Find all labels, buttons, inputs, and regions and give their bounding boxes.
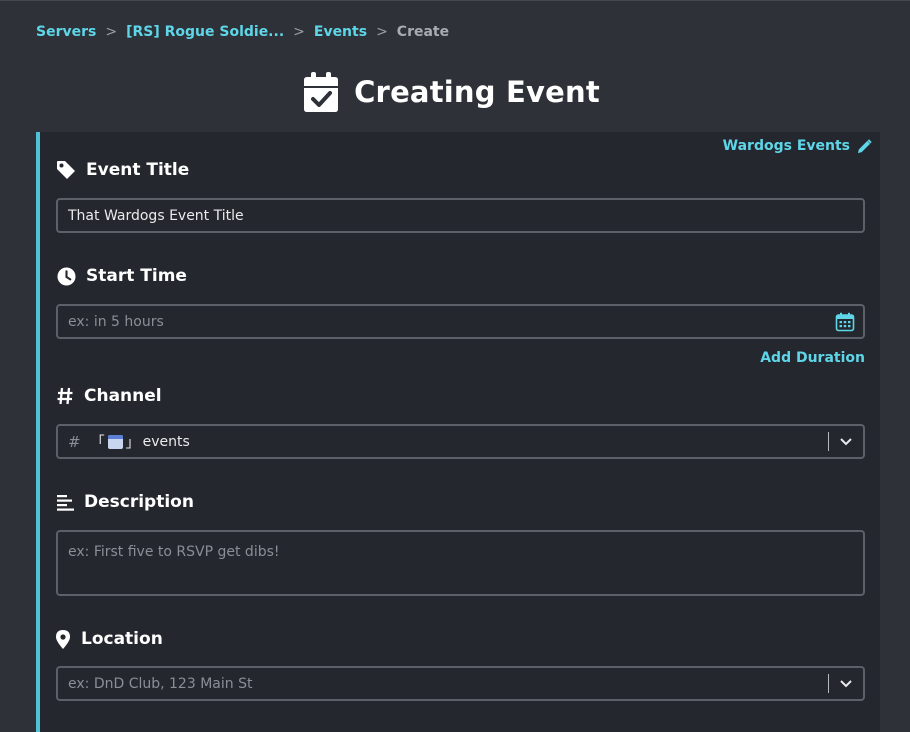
chevron-down-icon[interactable] [829, 668, 863, 699]
start-time-label: Start Time [56, 266, 187, 286]
description-label: Description [56, 492, 194, 512]
channel-bracket-open: 「 [90, 434, 105, 451]
calendar-icon[interactable] [835, 312, 855, 332]
breadcrumb-events[interactable]: Events [314, 24, 367, 40]
description-placeholder: ex: First five to RSVP get dibs! [68, 544, 280, 560]
location-select-controls [828, 668, 863, 699]
hash-icon [56, 386, 74, 406]
description-label-text: Description [84, 492, 194, 512]
chevron-down-icon[interactable] [829, 426, 863, 457]
breadcrumb-separator: > [376, 24, 388, 40]
template-link[interactable]: Wardogs Events [723, 138, 872, 154]
calendar-check-icon [304, 72, 339, 112]
breadcrumb: Servers > [RS] Rogue Soldie... > Events … [36, 22, 449, 42]
channel-value: events [142, 433, 190, 450]
calendar-emoji-icon [107, 434, 123, 449]
channel-bracket-close: 」 [125, 434, 140, 451]
event-title-label-text: Event Title [86, 160, 190, 180]
location-placeholder: ex: DnD Club, 123 Main St [68, 675, 253, 692]
breadcrumb-server[interactable]: [RS] Rogue Soldie... [126, 24, 284, 40]
start-time-input[interactable]: ex: in 5 hours [56, 304, 865, 339]
event-form: Wardogs Events Event Title That Wardogs … [36, 132, 880, 732]
event-title-value: That Wardogs Event Title [68, 207, 244, 224]
map-pin-icon [56, 629, 70, 649]
top-divider [0, 0, 910, 1]
align-left-icon [56, 492, 74, 512]
location-label-text: Location [81, 629, 163, 649]
clock-icon [56, 266, 76, 286]
page-title: Creating Event [354, 75, 600, 109]
breadcrumb-separator: > [293, 24, 305, 40]
channel-label-text: Channel [84, 386, 162, 406]
tag-icon [56, 160, 76, 180]
template-name: Wardogs Events [722, 138, 850, 154]
breadcrumb-separator: > [105, 24, 118, 40]
pencil-icon [857, 138, 872, 153]
breadcrumb-current: Create [396, 24, 450, 40]
start-time-label-text: Start Time [86, 266, 187, 286]
channel-label: Channel [56, 386, 162, 406]
breadcrumb-servers[interactable]: Servers [36, 24, 96, 40]
event-title-label: Event Title [56, 160, 189, 180]
location-label: Location [56, 629, 163, 649]
location-select[interactable]: ex: DnD Club, 123 Main St [56, 666, 865, 701]
event-title-input[interactable]: That Wardogs Event Title [56, 198, 865, 233]
channel-select[interactable]: # 「 」 events [56, 424, 865, 459]
channel-select-controls [828, 426, 863, 457]
add-duration-button[interactable]: Add Duration [760, 350, 865, 366]
start-time-placeholder: ex: in 5 hours [68, 313, 164, 330]
description-textarea[interactable]: ex: First five to RSVP get dibs! [56, 530, 865, 596]
page-header: Creating Event [0, 70, 910, 114]
channel-hash-prefix: # [68, 432, 81, 451]
